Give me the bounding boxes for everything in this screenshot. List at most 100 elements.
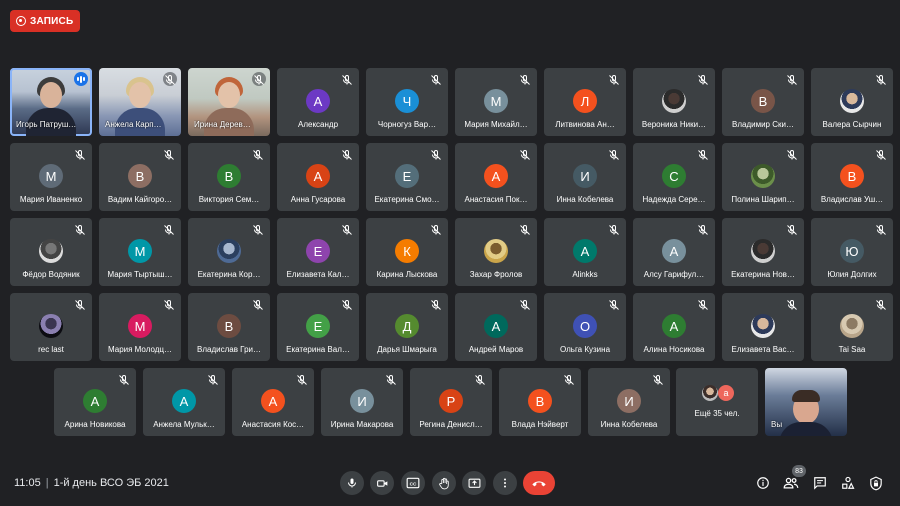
participant-name: Виктория Сем…	[198, 195, 260, 204]
participant-tile[interactable]: Елизавета Вас…	[722, 293, 804, 361]
mic-off-icon	[430, 73, 442, 85]
more-participants-tile[interactable]: а Ещё 35 чел.	[676, 368, 758, 436]
participant-tile[interactable]: Екатерина Кор…	[188, 218, 270, 286]
meeting-details-button[interactable]	[755, 475, 771, 491]
participant-tile[interactable]: М Мария Михайл…	[455, 68, 537, 136]
participant-tile[interactable]: Захар Фролов	[455, 218, 537, 286]
participant-tile[interactable]: В Владислав Уш…	[811, 143, 893, 211]
participant-tile[interactable]: Р Регина Денисл…	[410, 368, 492, 436]
avatar: Е	[395, 164, 419, 188]
participant-tile[interactable]: Валера Сырчин	[811, 68, 893, 136]
people-icon	[783, 477, 799, 489]
participant-tile[interactable]: Ирина Дерев…	[188, 68, 270, 136]
participant-name: Андрей Маров	[468, 345, 524, 354]
participant-tile[interactable]: Е Екатерина Смо…	[366, 143, 448, 211]
mic-off-icon	[697, 73, 709, 85]
avatar-photo	[702, 385, 718, 401]
mic-off-icon	[430, 223, 442, 235]
participant-name: Инна Кобелева	[556, 195, 614, 204]
mic-off-icon	[697, 148, 709, 160]
mic-off-icon	[385, 373, 397, 385]
participant-tile[interactable]: В Вадим Кайгоро…	[99, 143, 181, 211]
camera-button[interactable]	[370, 471, 394, 495]
participant-tile[interactable]: Анжела Карп…	[99, 68, 181, 136]
mic-off-icon	[430, 148, 442, 160]
participant-tile[interactable]: Полина Шарип…	[722, 143, 804, 211]
participant-tile[interactable]: К Карина Лыскова	[366, 218, 448, 286]
participant-tile[interactable]: А Анна Гусарова	[277, 143, 359, 211]
participant-tile[interactable]: Фёдор Водяник	[10, 218, 92, 286]
mic-off-icon	[875, 148, 887, 160]
mic-off-icon	[164, 73, 176, 85]
participant-tile[interactable]: В Владислав Гри…	[188, 293, 270, 361]
participant-tile[interactable]: В Владимир Ски…	[722, 68, 804, 136]
self-view-tile[interactable]: Вы	[765, 368, 847, 436]
participant-tile[interactable]: Д Дарья Шмарыга	[366, 293, 448, 361]
avatar-photo	[751, 164, 775, 188]
avatar: Р	[439, 389, 463, 413]
record-icon	[16, 16, 26, 26]
participant-name: Елизавета Кал…	[286, 270, 350, 279]
present-button[interactable]	[462, 471, 486, 495]
participant-name: Владислав Уш…	[820, 195, 884, 204]
participant-name: Полина Шарип…	[731, 195, 795, 204]
avatar-photo	[39, 314, 63, 338]
participant-tile[interactable]: Л Литвинова Ан…	[544, 68, 626, 136]
people-button[interactable]	[783, 475, 799, 491]
participant-tile[interactable]: В Виктория Сем…	[188, 143, 270, 211]
mic-off-icon	[875, 73, 887, 85]
participant-tile[interactable]: Игорь Патруш…	[10, 68, 92, 136]
activities-button[interactable]	[840, 475, 856, 491]
participant-name: Фёдор Водяник	[22, 270, 80, 279]
mic-off-icon	[296, 373, 308, 385]
mic-off-icon	[341, 298, 353, 310]
camera-icon	[376, 479, 387, 487]
participant-tile[interactable]: О Ольга Кузина	[544, 293, 626, 361]
chat-button[interactable]	[812, 475, 828, 491]
participant-tile[interactable]: Е Екатерина Вал…	[277, 293, 359, 361]
participant-tile[interactable]: А Алсу Гарифул…	[633, 218, 715, 286]
participant-tile[interactable]: Вероника Ники…	[633, 68, 715, 136]
hangup-button[interactable]	[523, 471, 555, 495]
participant-tile[interactable]: Е Елизавета Кал…	[277, 218, 359, 286]
participant-tile[interactable]: Tai Saa	[811, 293, 893, 361]
mic-off-icon	[253, 73, 265, 85]
participant-tile[interactable]: A Alinkks	[544, 218, 626, 286]
participant-tile[interactable]: И Ирина Макарова	[321, 368, 403, 436]
mic-off-icon	[786, 73, 798, 85]
participant-tile[interactable]: И Инна Кобелева	[588, 368, 670, 436]
avatar: А	[306, 89, 330, 113]
avatar: К	[395, 239, 419, 263]
mic-off-icon	[786, 298, 798, 310]
participant-tile[interactable]: А Алина Носикова	[633, 293, 715, 361]
host-controls-button[interactable]	[868, 475, 884, 491]
raise-hand-button[interactable]	[432, 471, 456, 495]
participant-tile[interactable]: И Инна Кобелева	[544, 143, 626, 211]
participant-tile[interactable]: rec last	[10, 293, 92, 361]
mic-off-icon	[563, 373, 575, 385]
participant-tile[interactable]: А Анастасия Пок…	[455, 143, 537, 211]
mic-off-icon	[608, 73, 620, 85]
participant-tile[interactable]: А Анастасия Кос…	[232, 368, 314, 436]
hand-icon	[438, 477, 449, 489]
avatar: A	[573, 239, 597, 263]
participant-tile[interactable]: А Александр	[277, 68, 359, 136]
participant-tile[interactable]: А Андрей Маров	[455, 293, 537, 361]
participant-name: Анастасия Кос…	[241, 420, 305, 429]
participant-tile[interactable]: Ю Юлия Долгих	[811, 218, 893, 286]
avatar: В	[128, 164, 152, 188]
participant-tile[interactable]: С Надежда Сере…	[633, 143, 715, 211]
participant-tile[interactable]: А Анжела Мульк…	[143, 368, 225, 436]
participant-tile[interactable]: В Влада Нэйверт	[499, 368, 581, 436]
more-options-button[interactable]	[493, 471, 517, 495]
participant-tile[interactable]: А Арина Новикова	[54, 368, 136, 436]
participant-tile[interactable]: М Мария Иваненко	[10, 143, 92, 211]
participant-tile[interactable]: Ч Чорногуз Вар…	[366, 68, 448, 136]
participant-name: Регина Денисл…	[419, 420, 483, 429]
captions-button[interactable]: CC	[401, 471, 425, 495]
avatar: Е	[306, 314, 330, 338]
participant-tile[interactable]: М Мария Молодц…	[99, 293, 181, 361]
mic-button[interactable]	[340, 471, 364, 495]
participant-tile[interactable]: М Мария Тыртыш…	[99, 218, 181, 286]
participant-tile[interactable]: Екатерина Нов…	[722, 218, 804, 286]
